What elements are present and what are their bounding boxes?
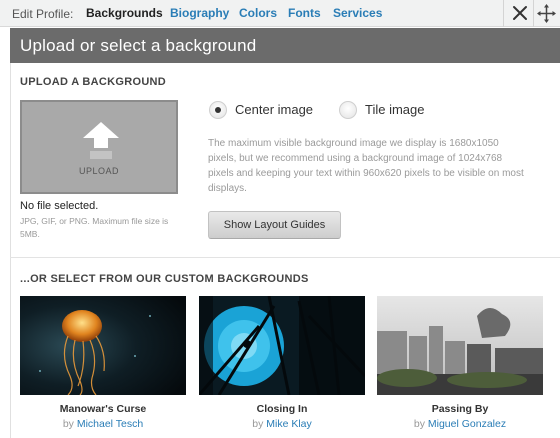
background-thumbnail-closing-in[interactable]: [199, 296, 365, 395]
top-bar-divider: [503, 0, 504, 27]
size-description: The maximum visible background image we …: [208, 138, 524, 194]
thumbnail-title: Closing In: [256, 403, 308, 415]
show-layout-guides-button[interactable]: Show Layout Guides: [208, 211, 341, 239]
move-handle[interactable]: [533, 0, 560, 27]
by-label: by: [252, 418, 264, 430]
tab-services[interactable]: Services: [333, 6, 382, 20]
close-button[interactable]: [505, 0, 535, 27]
trees-sky-image: [199, 296, 365, 395]
thumbnail-title: Manowar's Curse: [59, 403, 147, 415]
background-thumbnail-manowars-curse[interactable]: [20, 296, 186, 395]
tab-biography[interactable]: Biography: [170, 6, 229, 20]
panel-title: Upload or select a background: [20, 36, 257, 55]
thumbnail-credit: by Miguel Gonzalez: [377, 418, 543, 430]
custom-section-title: ...OR SELECT FROM OUR CUSTOM BACKGROUNDS: [20, 273, 309, 285]
file-status: No file selected.: [20, 200, 99, 212]
close-icon: [513, 6, 527, 20]
author-link[interactable]: Miguel Gonzalez: [428, 418, 506, 430]
tab-fonts[interactable]: Fonts: [288, 6, 321, 20]
tab-backgrounds[interactable]: Backgrounds: [86, 6, 163, 20]
section-divider: [10, 257, 560, 258]
center-image-label: Center image: [235, 102, 314, 117]
jellyfish-image: [20, 296, 186, 395]
radio-circle: [339, 101, 357, 119]
thumbnail-credit: by Mike Klay: [199, 418, 365, 430]
upload-button[interactable]: UPLOAD: [20, 100, 178, 194]
radio-selected-dot: [215, 107, 221, 113]
by-label: by: [413, 418, 425, 430]
editor-top-bar: Edit Profile: Backgrounds Biography Colo…: [0, 0, 560, 27]
tab-colors[interactable]: Colors: [239, 6, 277, 20]
tile-image-label: Tile image: [365, 102, 425, 117]
panel-left-edge: [10, 63, 11, 438]
thumbnail-credit: by Michael Tesch: [20, 418, 186, 430]
background-thumbnail-passing-by[interactable]: [377, 296, 543, 395]
thumbnail-title: Passing By: [431, 403, 489, 415]
upload-arrow-icon: [83, 122, 119, 159]
author-link[interactable]: Mike Klay: [266, 418, 312, 430]
edit-profile-label: Edit Profile:: [12, 7, 74, 21]
file-hint: JPG, GIF, or PNG. Maximum file size is 5…: [20, 216, 169, 239]
author-link[interactable]: Michael Tesch: [77, 418, 143, 430]
upload-button-label: UPLOAD: [78, 166, 119, 176]
panel-header: Upload or select a background: [10, 28, 560, 63]
upload-section-title: UPLOAD A BACKGROUND: [20, 76, 167, 88]
by-label: by: [62, 418, 74, 430]
city-skyline-image: [377, 296, 543, 395]
move-icon: [537, 4, 556, 23]
